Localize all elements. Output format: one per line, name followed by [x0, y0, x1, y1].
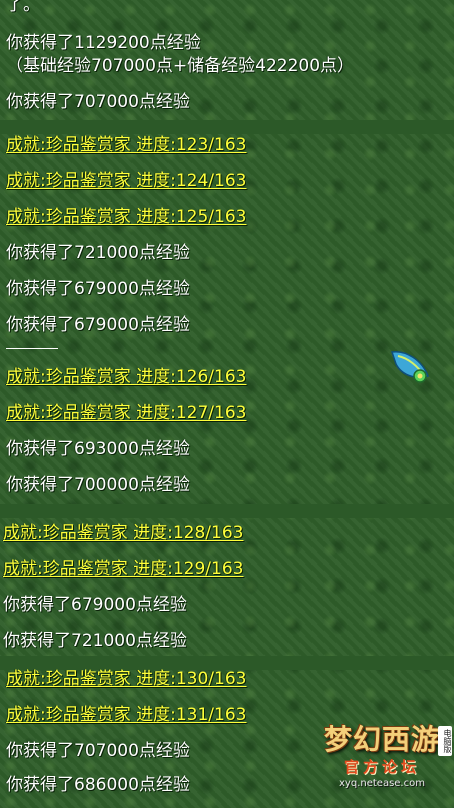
- achievement-link[interactable]: 成就:珍品鉴赏家 进度:127/163: [6, 402, 246, 424]
- achievement-link[interactable]: 成就:珍品鉴赏家 进度:129/163: [3, 558, 243, 580]
- chat-line: 你获得了693000点经验: [6, 439, 190, 459]
- chat-line: 你获得了721000点经验: [6, 243, 190, 263]
- logo-badge: 电脑版: [438, 726, 452, 756]
- chat-line: 你获得了707000点经验: [6, 741, 190, 761]
- line-separator-band: [0, 504, 454, 518]
- chat-line: 你获得了707000点经验: [6, 92, 190, 112]
- chat-line: （基础经验707000点+储备经验422200点）: [6, 56, 355, 76]
- chat-line: 你获得了700000点经验: [6, 475, 190, 495]
- line-separator-band: [0, 120, 454, 134]
- achievement-link[interactable]: 成就:珍品鉴赏家 进度:123/163: [6, 134, 246, 156]
- achievement-link[interactable]: 成就:珍品鉴赏家 进度:124/163: [6, 170, 246, 192]
- chat-line: 了。: [6, 0, 40, 15]
- feather-leaf-icon: [388, 346, 432, 390]
- chat-line: 你获得了1129200点经验: [6, 33, 201, 53]
- chat-line: 你获得了679000点经验: [6, 315, 190, 335]
- game-forum-logo: 梦幻西游 电脑版 官方论坛 xyq.netease.com: [312, 716, 452, 804]
- achievement-link[interactable]: 成就:珍品鉴赏家 进度:126/163: [6, 366, 246, 388]
- achievement-link[interactable]: 成就:珍品鉴赏家 进度:131/163: [6, 704, 246, 726]
- chat-line: 你获得了686000点经验: [6, 775, 190, 795]
- chat-line: 你获得了679000点经验: [6, 279, 190, 299]
- achievement-link[interactable]: 成就:珍品鉴赏家 进度:128/163: [3, 522, 243, 544]
- logo-title: 梦幻西游: [323, 723, 440, 756]
- achievement-link[interactable]: 成就:珍品鉴赏家 进度:125/163: [6, 206, 246, 228]
- chat-line: 你获得了679000点经验: [3, 595, 187, 615]
- section-divider: [6, 348, 58, 349]
- chat-line: 你获得了721000点经验: [3, 631, 187, 651]
- logo-subtitle: 官方论坛: [343, 758, 420, 776]
- logo-url: xyq.netease.com: [339, 778, 425, 789]
- achievement-link[interactable]: 成就:珍品鉴赏家 进度:130/163: [6, 668, 246, 690]
